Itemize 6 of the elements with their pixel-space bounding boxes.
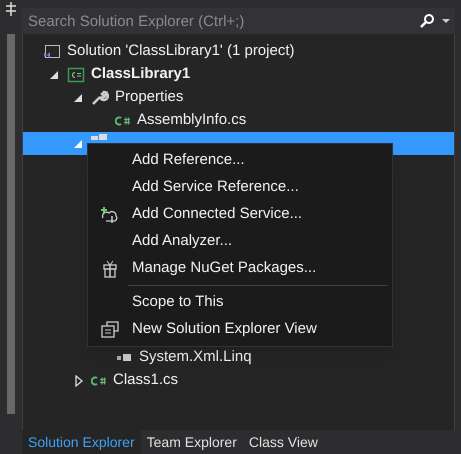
tree-item-label: Solution 'ClassLibrary1' (1 project): [67, 41, 294, 62]
tree-item-label: System.Xml.Linq: [139, 347, 252, 368]
tree-item-label: Properties: [115, 87, 184, 108]
tree-item-label: AssemblyInfo.cs: [137, 110, 246, 130]
tree-item-label: Class1.cs: [113, 370, 178, 390]
tree-item-label: ClassLibrary1: [91, 64, 190, 84]
